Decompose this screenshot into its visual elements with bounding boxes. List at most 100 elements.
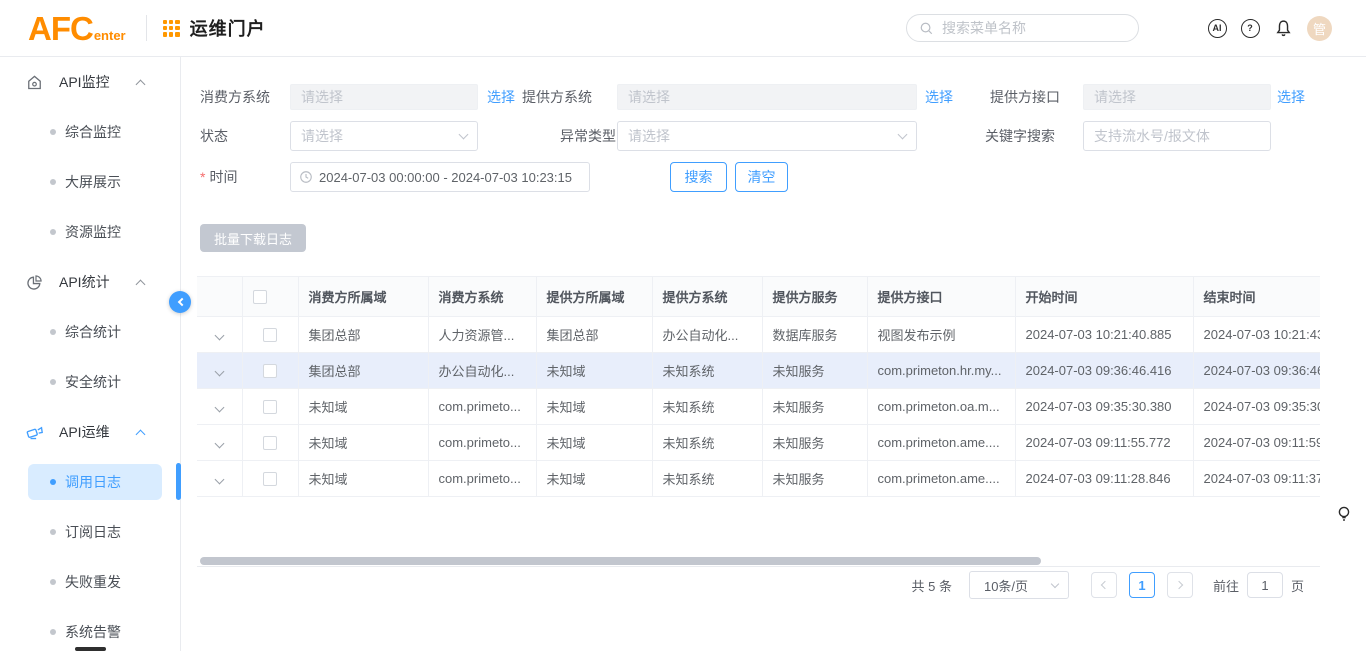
ai-assistant-icon[interactable]: AI — [1206, 17, 1228, 39]
sidebar-item-comprehensive-stats[interactable]: 综合统计 — [0, 307, 180, 357]
provider-system-select-link[interactable]: 选择 — [925, 84, 953, 110]
horizontal-scrollbar[interactable] — [200, 557, 1041, 565]
pie-chart-icon — [26, 273, 44, 291]
expand-row-icon[interactable] — [214, 331, 224, 341]
expand-row-icon[interactable] — [214, 367, 224, 377]
portal-title: 运维门户 — [190, 15, 266, 41]
avatar-initial: 管 — [1313, 19, 1326, 38]
goto-page-input[interactable] — [1247, 572, 1283, 598]
header-divider — [146, 15, 147, 41]
row-checkbox[interactable] — [263, 472, 277, 486]
dot-icon — [50, 379, 56, 385]
group-label: API监控 — [59, 72, 110, 92]
row-checkbox[interactable] — [263, 400, 277, 414]
sidebar-item-resource-monitor[interactable]: 资源监控 — [0, 207, 180, 257]
user-avatar[interactable]: 管 — [1307, 16, 1332, 41]
exception-type-label: 异常类型 — [560, 121, 616, 151]
sidebar-group-api-ops[interactable]: API运维 — [0, 407, 180, 457]
status-select[interactable]: 请选择 — [290, 121, 478, 151]
pagination-bar: 共 5 条 10条/页 1 前往 页 — [197, 566, 1320, 603]
sidebar-collapse-button[interactable] — [169, 291, 191, 313]
dot-icon — [50, 529, 56, 535]
sidebar-nav: API监控 综合监控 大屏展示 资源监控 API统计 综合统计 安全统计 — [0, 57, 181, 651]
expand-row-icon[interactable] — [214, 403, 224, 413]
chevron-right-icon — [1175, 581, 1183, 589]
active-item-indicator — [176, 463, 181, 500]
expand-column-header — [197, 277, 242, 317]
sidebar-item-call-logs[interactable]: 调用日志 — [0, 457, 180, 507]
menu-search-box[interactable] — [906, 14, 1139, 42]
batch-download-button[interactable]: 批量下载日志 — [200, 224, 306, 252]
main-content: 消费方系统 请选择 选择 提供方系统 请选择 选择 提供方接口 请选择 选择 状… — [181, 57, 1366, 651]
sidebar-item-big-screen[interactable]: 大屏展示 — [0, 157, 180, 207]
row-checkbox[interactable] — [263, 364, 277, 378]
provider-api-select-link[interactable]: 选择 — [1277, 84, 1305, 110]
table-row[interactable]: 未知域 com.primeto... 未知域 未知系统 未知服务 com.pri… — [197, 425, 1320, 461]
required-asterisk: * — [200, 169, 205, 185]
chevron-down-icon — [898, 130, 908, 140]
col-provider-system: 提供方系统 — [652, 277, 762, 317]
select-all-checkbox[interactable] — [253, 290, 267, 304]
table-row[interactable]: 未知域 com.primeto... 未知域 未知系统 未知服务 com.pri… — [197, 389, 1320, 425]
provider-system-label: 提供方系统 — [522, 82, 592, 112]
expand-row-icon[interactable] — [214, 439, 224, 449]
consumer-system-select-link[interactable]: 选择 — [487, 84, 515, 110]
afc-logo[interactable]: AFC enter — [28, 12, 126, 45]
consumer-system-label: 消费方系统 — [200, 82, 270, 112]
keyword-input[interactable] — [1083, 121, 1271, 151]
logo-text: AFC — [28, 12, 93, 45]
sidebar-item-subscription-logs[interactable]: 订阅日志 — [0, 507, 180, 557]
bell-icon[interactable] — [1272, 17, 1294, 39]
col-provider-api: 提供方接口 — [867, 277, 1015, 317]
dot-icon — [50, 229, 56, 235]
dot-icon — [50, 579, 56, 585]
col-end-time: 结束时间 — [1193, 277, 1320, 317]
group-label: API运维 — [59, 422, 110, 442]
sidebar-item-failure-resend[interactable]: 失败重发 — [0, 557, 180, 607]
provider-api-input[interactable]: 请选择 — [1083, 84, 1271, 110]
sidebar-item-security-stats[interactable]: 安全统计 — [0, 357, 180, 407]
dot-icon — [50, 629, 56, 635]
chevron-up-icon — [136, 279, 146, 289]
provider-system-input[interactable]: 请选择 — [617, 84, 917, 110]
row-checkbox[interactable] — [263, 436, 277, 450]
table-row[interactable]: 未知域 com.primeto... 未知域 未知系统 未知服务 com.pri… — [197, 461, 1320, 497]
feedback-bulb-icon[interactable] — [1333, 503, 1355, 525]
table-row[interactable]: 集团总部 办公自动化... 未知域 未知系统 未知服务 com.primeton… — [197, 353, 1320, 389]
search-button[interactable]: 搜索 — [670, 162, 727, 192]
chevron-up-icon — [136, 429, 146, 439]
dot-icon — [50, 129, 56, 135]
chevron-down-icon — [1051, 580, 1059, 588]
clear-button[interactable]: 清空 — [735, 162, 788, 192]
portal-grid-icon[interactable] — [163, 20, 180, 37]
call-log-table: 消费方所属域 消费方系统 提供方所属域 提供方系统 提供方服务 提供方接口 开始… — [197, 276, 1320, 497]
page-unit-label: 页 — [1291, 576, 1304, 595]
time-label: * 时间 — [200, 162, 237, 192]
table-row[interactable]: 集团总部 人力资源管... 集团总部 办公自动化... 数据库服务 视图发布示例… — [197, 317, 1320, 353]
sidebar-item-comprehensive-monitor[interactable]: 综合监控 — [0, 107, 180, 157]
sidebar-group-api-monitor[interactable]: API监控 — [0, 57, 180, 107]
help-icon[interactable]: ? — [1239, 17, 1261, 39]
consumer-system-input[interactable]: 请选择 — [290, 84, 478, 110]
exception-type-select[interactable]: 请选择 — [617, 121, 917, 151]
dot-icon — [50, 329, 56, 335]
table-header-row: 消费方所属域 消费方系统 提供方所属域 提供方系统 提供方服务 提供方接口 开始… — [197, 277, 1320, 317]
menu-search-input[interactable] — [942, 20, 1112, 36]
next-page-button[interactable] — [1167, 572, 1193, 598]
current-page[interactable]: 1 — [1129, 572, 1155, 598]
dot-icon — [50, 479, 56, 485]
row-checkbox[interactable] — [263, 328, 277, 342]
keyword-label: 关键字搜索 — [985, 121, 1055, 151]
time-range-picker[interactable]: 2024-07-03 00:00:00 - 2024-07-03 10:23:1… — [290, 162, 590, 192]
chevron-up-icon — [136, 79, 146, 89]
chevron-left-icon — [177, 298, 185, 306]
chevron-down-icon — [459, 130, 469, 140]
prev-page-button[interactable] — [1091, 572, 1117, 598]
col-consumer-domain: 消费方所属域 — [298, 277, 428, 317]
provider-api-label: 提供方接口 — [990, 82, 1060, 112]
select-all-cell — [242, 277, 298, 317]
sidebar-group-api-stats[interactable]: API统计 — [0, 257, 180, 307]
expand-row-icon[interactable] — [214, 475, 224, 485]
goto-label: 前往 — [1213, 576, 1239, 595]
page-size-select[interactable]: 10条/页 — [969, 571, 1069, 599]
